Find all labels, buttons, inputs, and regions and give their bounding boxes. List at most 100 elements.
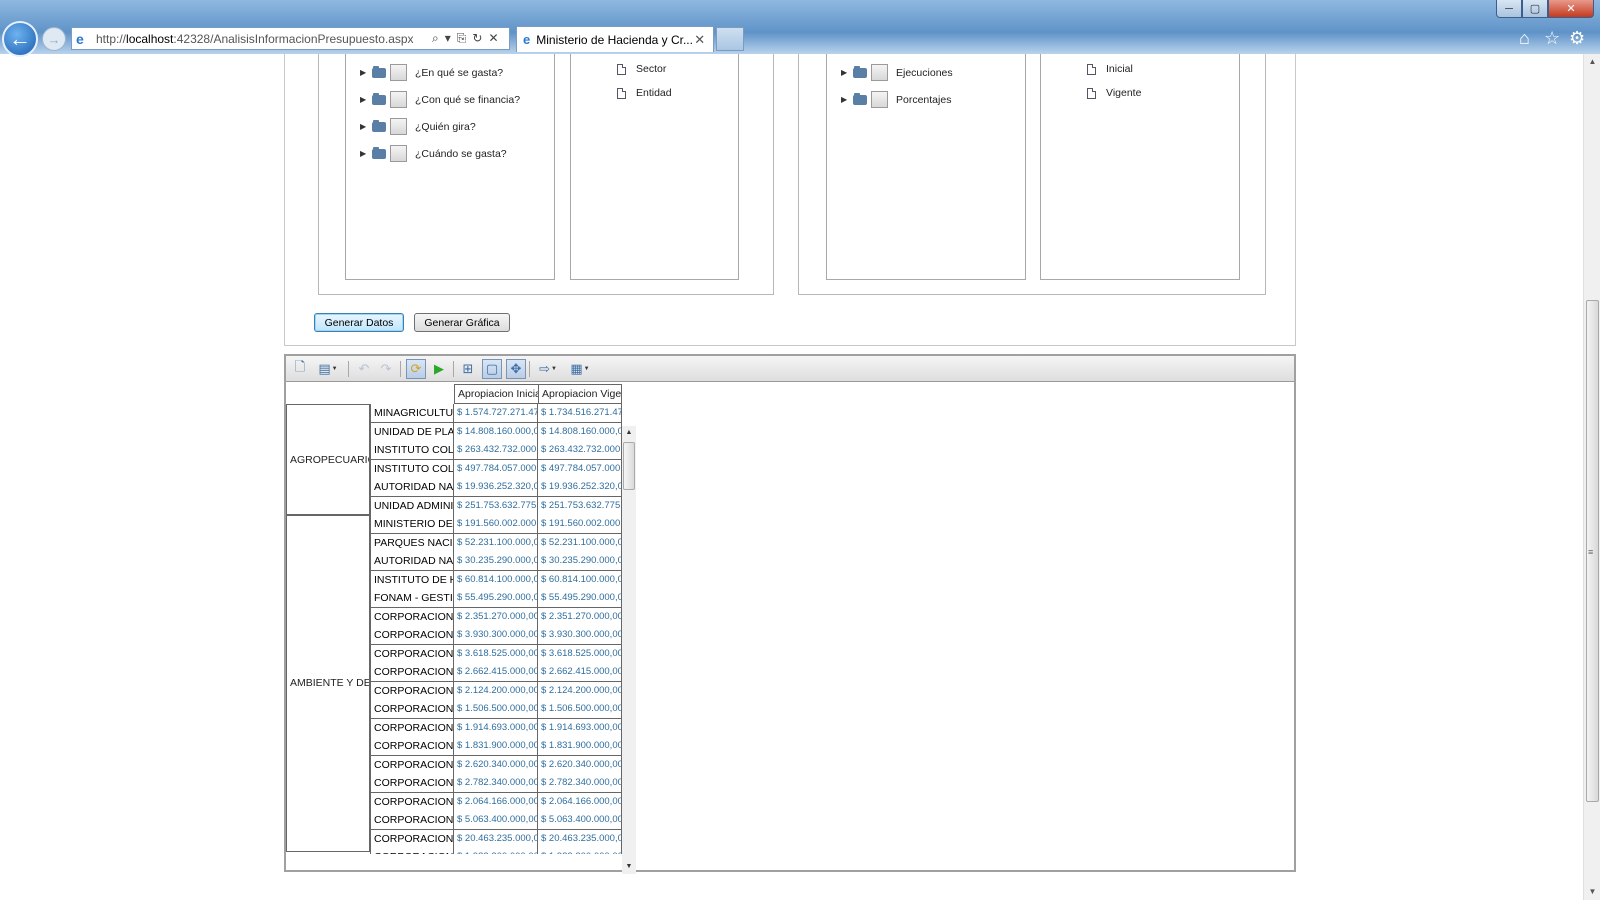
- table-row[interactable]: MINISTERIO DE AMBIENTE$ 191.560.002.000,…: [286, 515, 622, 534]
- node-checkbox[interactable]: [390, 145, 407, 162]
- selected-rows-list[interactable]: Sector Entidad: [570, 54, 739, 280]
- table-row[interactable]: MINAGRICULTURA$ 1.574.727.271.477,00$ 1.…: [286, 404, 622, 423]
- stop-icon[interactable]: ✕: [488, 31, 498, 46]
- expand-arrow-icon[interactable]: ▶: [841, 95, 853, 104]
- scroll-thumb[interactable]: [623, 442, 635, 490]
- table-row[interactable]: CORPORACION $ 2.620.340.000,00 $ 2.620.340…: [286, 755, 622, 775]
- tree-node[interactable]: ▶ ¿Cuándo se gasta?: [360, 145, 507, 162]
- ie-logo-icon: e: [76, 30, 84, 47]
- grid-scrollbar[interactable]: ▲ ▼: [622, 426, 636, 874]
- back-button[interactable]: ←: [2, 21, 38, 57]
- table-row[interactable]: CORPORACION $ 1.506.500.000,00 $ 1.506.500…: [286, 700, 622, 719]
- table-row[interactable]: CORPORACION $ 20.463.235.000,00 $ 20.463.2…: [286, 829, 622, 849]
- search-icon[interactable]: ⌕: [432, 31, 439, 46]
- run-icon[interactable]: ▶: [429, 359, 449, 379]
- new-tab-button[interactable]: [716, 27, 744, 51]
- refresh-data-icon[interactable]: ⟳: [406, 359, 426, 379]
- tree-node[interactable]: ▶ ¿Con qué se financia?: [360, 91, 520, 108]
- selected-field[interactable]: Entidad: [617, 87, 672, 99]
- table-row[interactable]: CORPORACION $ 5.063.400.000,00 $ 5.063.400…: [286, 811, 622, 830]
- selected-measure[interactable]: Vigente: [1087, 87, 1141, 99]
- table-row[interactable]: CORPORACION $ 2.124.200.000,00 $ 2.124.200…: [286, 681, 622, 701]
- apropiacion-inicial-cell: $ 2.124.200.000,00: [454, 681, 538, 701]
- apropiacion-vigente-cell: $ 2.124.200.000,00: [538, 681, 622, 701]
- generate-data-button[interactable]: Generar Datos: [314, 313, 404, 332]
- tab-close-icon[interactable]: ✕: [694, 32, 705, 48]
- table-row[interactable]: CORPORACION $ 1.831.900.000,00 $ 1.831.900…: [286, 737, 622, 756]
- scroll-down-icon[interactable]: ▼: [1584, 884, 1600, 900]
- generate-chart-button[interactable]: Generar Gráfica: [414, 313, 510, 332]
- refresh-icon[interactable]: ↻: [472, 31, 482, 46]
- apropiacion-inicial-cell: $ 2.662.415.000,00: [454, 663, 538, 682]
- table-row[interactable]: INSTITUTO DE HIDROLOGIA$ 60.814.100.000,…: [286, 570, 622, 590]
- table-row[interactable]: CORPORACION $ 3.618.525.000,00 $ 3.618.525…: [286, 644, 622, 664]
- node-checkbox[interactable]: [390, 64, 407, 81]
- measures-tree[interactable]: ▶ Ejecuciones ▶ Porcentajes: [826, 54, 1026, 280]
- expand-arrow-icon[interactable]: ▶: [360, 95, 372, 104]
- table-row[interactable]: INSTITUTO COLOMBIANO$ 497.784.057.000,00…: [286, 459, 622, 479]
- scroll-down-icon[interactable]: ▼: [622, 860, 636, 874]
- table-row[interactable]: UNIDAD ADMINISTRATIVA$ 251.753.632.775,0…: [286, 496, 622, 516]
- apropiacion-vigente-cell: $ 1.914.693.000,00: [538, 718, 622, 738]
- scroll-up-icon[interactable]: ▲: [622, 426, 636, 440]
- scroll-up-icon[interactable]: ▲: [1584, 54, 1600, 70]
- expand-arrow-icon[interactable]: ▶: [360, 149, 372, 158]
- new-document-icon[interactable]: 🗋: [290, 359, 310, 379]
- entity-cell: CORPORACION: [370, 792, 454, 812]
- export-icon[interactable]: ⇨ ▼: [534, 359, 562, 379]
- node-checkbox[interactable]: [390, 91, 407, 108]
- expand-arrow-icon[interactable]: ▶: [841, 68, 853, 77]
- table-row[interactable]: UNIDAD DE PLANIFICACION$ 14.808.160.000,…: [286, 422, 622, 442]
- minimize-button[interactable]: ─: [1496, 0, 1522, 18]
- apropiacion-inicial-cell: $ 263.432.732.000,00: [454, 441, 538, 460]
- node-checkbox[interactable]: [871, 64, 888, 81]
- address-url[interactable]: http://localhost:42328/AnalisisInformaci…: [96, 32, 426, 46]
- table-row[interactable]: CORPORACION $ 3.930.300.000,00 $ 3.930.300…: [286, 626, 622, 645]
- tree-node-label: ¿Cuándo se gasta?: [415, 147, 507, 160]
- address-bar[interactable]: e http://localhost:42328/AnalisisInforma…: [71, 27, 510, 50]
- table-row[interactable]: CORPORACION $ 1.914.693.000,00 $ 1.914.693…: [286, 718, 622, 738]
- node-checkbox[interactable]: [390, 118, 407, 135]
- maximize-button[interactable]: ▢: [1522, 0, 1548, 18]
- undo-icon[interactable]: ↶: [354, 359, 374, 379]
- fit-columns-icon[interactable]: ⊞: [458, 359, 478, 379]
- table-row[interactable]: CORPORACION $ 2.782.340.000,00 $ 2.782.340…: [286, 774, 622, 793]
- table-row[interactable]: AUTORIDAD NACIONAL$ 30.235.290.000,00$ 3…: [286, 552, 622, 571]
- close-window-button[interactable]: ✕: [1548, 0, 1594, 18]
- chart-options-icon[interactable]: ▦ ▼: [566, 359, 594, 379]
- dropdown-icon[interactable]: ▾: [445, 31, 451, 46]
- tree-node[interactable]: ▶ Ejecuciones: [841, 64, 953, 81]
- tree-node[interactable]: ▶ ¿Quién gira?: [360, 118, 476, 135]
- table-row[interactable]: CORPORACION$ 1.983.300.000,00$ 1.983.300…: [286, 848, 622, 854]
- table-row[interactable]: AUTORIDAD NACIONAL$ 19.936.252.320,00$ 1…: [286, 478, 622, 497]
- selected-measure[interactable]: Inicial: [1087, 63, 1133, 75]
- tree-node[interactable]: ▶ Porcentajes: [841, 91, 951, 108]
- grid-view-icon[interactable]: ▢: [482, 359, 502, 379]
- apropiacion-vigente-cell: $ 497.784.057.000,00: [538, 459, 622, 479]
- table-row[interactable]: INSTITUTO COLOMBIANO$ 263.432.732.000,00…: [286, 441, 622, 460]
- table-row[interactable]: CORPORACION $ 2.064.166.000,00 $ 2.064.166…: [286, 792, 622, 812]
- entity-cell: UNIDAD DE PLANIFICACION: [370, 422, 454, 442]
- browser-tab[interactable]: e Ministerio de Hacienda y Cr... ✕: [516, 26, 714, 52]
- home-icon[interactable]: ⌂: [1519, 28, 1530, 49]
- favorites-icon[interactable]: ☆: [1544, 28, 1560, 49]
- tools-icon[interactable]: ⚙: [1569, 28, 1585, 49]
- save-icon[interactable]: ▤ ▼: [314, 359, 342, 379]
- table-row[interactable]: FONAM - GESTION GENERAL$ 55.495.290.000,…: [286, 589, 622, 608]
- page-scrollbar[interactable]: ▲ ≡ ▼: [1583, 54, 1600, 900]
- table-row[interactable]: PARQUES NACIONALES$ 52.231.100.000,00$ 5…: [286, 533, 622, 553]
- ie-logo-icon: e: [523, 32, 531, 47]
- selected-measures-list[interactable]: Inicial Vigente: [1040, 54, 1240, 280]
- redo-icon[interactable]: ↷: [376, 359, 396, 379]
- table-row[interactable]: CORPORACION $ 2.351.270.000,00 $ 2.351.270…: [286, 607, 622, 627]
- dimensions-tree[interactable]: ▶ ¿En qué se gasta? ▶ ¿Con qué se financia…: [345, 54, 555, 280]
- compatibility-icon[interactable]: ⎘: [457, 31, 467, 46]
- tree-node[interactable]: ▶ ¿En qué se gasta?: [360, 64, 503, 81]
- selected-field[interactable]: Sector: [617, 63, 666, 75]
- table-row[interactable]: CORPORACION $ 2.662.415.000,00 $ 2.662.415…: [286, 663, 622, 682]
- move-icon[interactable]: ✥: [506, 359, 526, 379]
- node-checkbox[interactable]: [871, 91, 888, 108]
- forward-button[interactable]: →: [42, 27, 66, 51]
- expand-arrow-icon[interactable]: ▶: [360, 122, 372, 131]
- expand-arrow-icon[interactable]: ▶: [360, 68, 372, 77]
